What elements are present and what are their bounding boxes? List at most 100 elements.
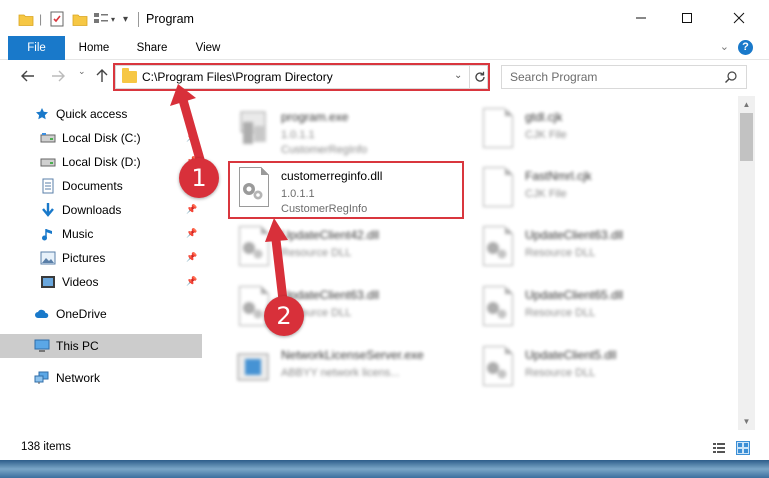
help-button[interactable]: ? — [738, 40, 753, 55]
sidebar-item-local-disk-c[interactable]: Local Disk (C:) 📌 — [0, 126, 202, 150]
file-name: FastNmrl.cjk — [525, 169, 592, 183]
file-type: Resource DLL — [525, 367, 596, 379]
recent-locations-button[interactable]: ⌄ — [78, 66, 86, 77]
back-button[interactable] — [20, 68, 36, 89]
file-item-updateclient5-dll[interactable]: UpdateClient5.dll Resource DLL — [473, 340, 703, 398]
file-name: UpdateClient5.dll — [525, 348, 617, 362]
details-view-icon — [713, 443, 725, 453]
download-icon — [40, 202, 56, 218]
file-type: CJK File — [525, 188, 567, 200]
maximize-button[interactable] — [664, 0, 710, 36]
close-button[interactable] — [716, 0, 762, 36]
dll-gear-icon — [479, 226, 515, 268]
tiles-view-button[interactable] — [736, 441, 750, 455]
file-description: CustomerRegInfo — [281, 144, 368, 156]
star-icon — [34, 106, 50, 122]
vertical-scrollbar[interactable]: ▲ ▼ — [738, 96, 755, 430]
file-name: customerreginfo.dll — [281, 169, 383, 183]
chevron-down-icon[interactable]: ⌄ — [454, 70, 462, 81]
back-arrow-icon — [21, 70, 34, 82]
window-title: Program — [146, 12, 194, 26]
tab-view[interactable]: View — [187, 36, 229, 60]
file-version: 1.0.1.1 — [281, 188, 315, 200]
close-icon — [733, 12, 745, 24]
item-count: 138 items — [21, 441, 71, 453]
tiles-view-icon — [738, 443, 748, 453]
file-item-updateclient42-dll[interactable]: UpdateClient42.dll Resource DLL — [229, 220, 459, 278]
sidebar-item-label: This PC — [56, 339, 99, 353]
pin-icon: 📌 — [186, 252, 198, 262]
dll-gear-icon — [479, 286, 515, 328]
properties-icon[interactable] — [50, 10, 64, 28]
sidebar-item-music[interactable]: Music 📌 — [0, 222, 202, 246]
file-item-program-exe[interactable]: program.exe 1.0.1.1 CustomerRegInfo — [229, 102, 459, 160]
address-path[interactable]: C:\Program Files\Program Directory — [142, 70, 333, 84]
new-folder-icon[interactable] — [72, 10, 88, 28]
title-separator — [138, 12, 139, 27]
scroll-down-button[interactable]: ▼ — [738, 413, 755, 430]
file-item-customerreginfo-dll[interactable]: customerreginfo.dll 1.0.1.1 CustomerRegI… — [229, 161, 459, 219]
file-item-updateclient63-dll[interactable]: UpdateClient63.dll Resource DLL — [473, 220, 703, 278]
file-item-gtdl-cjk[interactable]: gtdl.cjk CJK File — [473, 102, 703, 160]
sidebar-item-onedrive[interactable]: OneDrive — [0, 302, 202, 326]
file-item-fastnmrl-cjk[interactable]: FastNmrl.cjk CJK File — [473, 161, 703, 219]
refresh-icon — [474, 71, 485, 82]
exe-icon — [235, 346, 271, 388]
search-icon[interactable] — [724, 70, 738, 87]
expand-ribbon-icon[interactable]: ⌄ — [720, 40, 729, 53]
up-button[interactable] — [94, 68, 110, 89]
details-view-button[interactable] — [712, 441, 726, 455]
address-bar[interactable]: C:\Program Files\Program Directory ⌄ — [115, 65, 488, 89]
view-options-icon[interactable] — [93, 10, 109, 28]
sidebar-item-label: Local Disk (D:) — [62, 155, 141, 169]
sidebar-item-downloads[interactable]: Downloads 📌 — [0, 198, 202, 222]
file-name: gtdl.cjk — [525, 110, 563, 124]
file-description: CustomerRegInfo — [281, 203, 368, 215]
pin-icon: 📌 — [186, 228, 198, 238]
forward-button[interactable] — [50, 68, 66, 89]
scroll-up-button[interactable]: ▲ — [738, 96, 755, 113]
navigation-pane: Quick access Local Disk (C:) 📌 Local Dis… — [0, 96, 205, 430]
sidebar-item-documents[interactable]: Documents 📌 — [0, 174, 202, 198]
refresh-button[interactable] — [469, 66, 489, 88]
file-item-updateclient65-dll[interactable]: UpdateClient65.dll Resource DLL — [473, 280, 703, 338]
sidebar-item-local-disk-d[interactable]: Local Disk (D:) 📌 — [0, 150, 202, 174]
sidebar-item-label: Music — [62, 227, 94, 241]
tab-file[interactable]: File — [8, 36, 65, 60]
tab-home[interactable]: Home — [72, 36, 116, 60]
drive-icon — [40, 130, 56, 146]
chevron-down-icon[interactable]: ▾ — [111, 10, 115, 28]
desktop-background-strip — [0, 460, 769, 478]
sidebar-item-label: Downloads — [62, 203, 122, 217]
sidebar-item-label: Videos — [62, 275, 99, 289]
folder-icon — [18, 10, 34, 28]
status-bar: 138 items — [0, 436, 769, 460]
step-1-badge: 1 — [179, 158, 219, 198]
dll-gear-icon — [479, 346, 515, 388]
tab-share[interactable]: Share — [130, 36, 174, 60]
file-item-networklicenseserver-exe[interactable]: NetworkLicenseServer.exe ABBYY network l… — [229, 340, 459, 398]
sidebar-item-pictures[interactable]: Pictures 📌 — [0, 246, 202, 270]
up-arrow-icon — [96, 69, 108, 82]
sidebar-item-videos[interactable]: Videos 📌 — [0, 270, 202, 294]
customize-quick-access-icon[interactable]: ▾ — [123, 10, 128, 28]
file-name: program.exe — [281, 110, 349, 124]
file-name: UpdateClient42.dll — [281, 228, 380, 242]
search-placeholder[interactable]: Search Program — [510, 70, 597, 84]
music-icon — [40, 226, 56, 242]
pin-icon: 📌 — [186, 276, 198, 286]
dll-gear-icon — [235, 167, 271, 209]
minimize-button[interactable] — [618, 0, 664, 36]
separator-icon: | — [39, 12, 43, 26]
minimize-icon — [636, 17, 646, 19]
sidebar-item-this-pc[interactable]: This PC — [0, 334, 202, 358]
sidebar-item-quick-access[interactable]: Quick access — [0, 102, 202, 126]
file-item-updateclient63b-dll[interactable]: UpdateClient63.dll Resource DLL — [229, 280, 459, 338]
file-version: 1.0.1.1 — [281, 129, 315, 141]
search-box[interactable]: Search Program — [501, 65, 747, 89]
sidebar-item-network[interactable]: Network — [0, 366, 202, 390]
forward-arrow-icon — [52, 70, 65, 82]
scroll-thumb[interactable] — [740, 113, 753, 161]
file-type: Resource DLL — [525, 247, 596, 259]
file-type: CJK File — [525, 129, 567, 141]
